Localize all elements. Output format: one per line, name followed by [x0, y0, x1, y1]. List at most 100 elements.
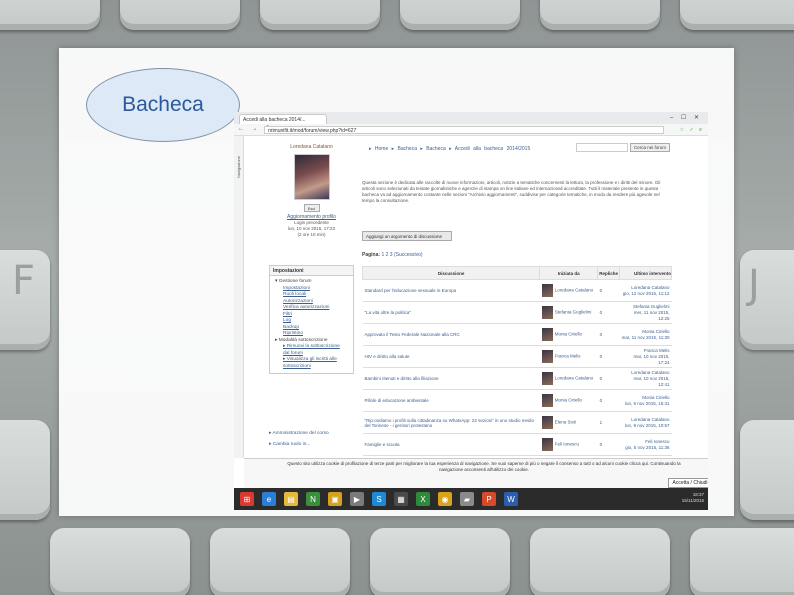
- discussion-title[interactable]: Standard per l'educazione sessuale in Eu…: [362, 279, 540, 302]
- keyboard-key: [0, 420, 50, 520]
- avatar[interactable]: [541, 306, 553, 319]
- author-name[interactable]: Franca Melis: [555, 354, 581, 359]
- column-header[interactable]: Discussione: [361, 266, 541, 280]
- keyboard-key: [50, 528, 190, 595]
- table-row: Standard per l'educazione sessuale in Eu…: [362, 279, 672, 302]
- avatar[interactable]: [541, 438, 553, 451]
- replies-count[interactable]: 0: [597, 433, 620, 456]
- excel-icon[interactable]: X: [416, 492, 430, 506]
- search-input[interactable]: [576, 143, 628, 152]
- author-name[interactable]: Loredana Catalano: [555, 376, 593, 381]
- media-icon[interactable]: ▶: [350, 492, 364, 506]
- calculator-icon[interactable]: ▦: [394, 492, 408, 506]
- avatar[interactable]: [541, 328, 553, 341]
- browser-tab[interactable]: Accedi alla bacheca 2014/...: [239, 114, 327, 124]
- powerpoint-icon[interactable]: P: [482, 492, 496, 506]
- admin-links: ▸ Amministrazione del corso ▸ Cambia ruo…: [269, 428, 329, 450]
- pager-next[interactable]: (Successivo): [394, 252, 423, 258]
- column-header[interactable]: Iniziata da: [539, 266, 599, 280]
- discussion-title[interactable]: "La vita oltre la politica": [362, 301, 540, 324]
- table-row: Approvato il Testo Federale Nazionale al…: [362, 323, 672, 346]
- user-name[interactable]: Loredana Catalano: [269, 144, 354, 150]
- ie-icon[interactable]: e: [262, 492, 276, 506]
- replies-count[interactable]: 0: [597, 301, 620, 324]
- navigation-strip[interactable]: Navigazione: [234, 136, 244, 458]
- column-header[interactable]: Repliche: [597, 266, 621, 280]
- discussion-title[interactable]: HIV e diritto alla salute: [362, 345, 540, 368]
- avatar[interactable]: [541, 350, 553, 363]
- browser-titlebar: Accedi alla bacheca 2014/... – ☐ ✕: [234, 112, 708, 124]
- last-post-date[interactable]: mar, 10 nov 2015, 17:24: [622, 354, 669, 366]
- avatar[interactable]: [541, 284, 553, 297]
- key-letter: F: [12, 258, 36, 304]
- discussion-title[interactable]: Famiglie e scuola: [362, 433, 540, 456]
- table-row: Famiglie e scuola Feli Ionescu 0 Feli Io…: [362, 433, 672, 456]
- discussion-title[interactable]: Bambini ritenuti e diritto alla filiazio…: [362, 367, 540, 390]
- logout-button[interactable]: Esci: [303, 204, 320, 212]
- browser-screenshot: Accedi alla bacheca 2014/... – ☐ ✕ ← → C…: [234, 112, 708, 510]
- replies-count[interactable]: 1: [597, 411, 620, 434]
- avatar[interactable]: [293, 154, 330, 200]
- chrome-icon[interactable]: ◉: [438, 492, 452, 506]
- last-post-date[interactable]: lun, 9 nov 2015, 15:31: [622, 401, 670, 407]
- bacheca-bubble: Bacheca: [86, 68, 240, 142]
- replies-count[interactable]: 0: [597, 345, 620, 368]
- last-post-date[interactable]: gio, 12 nov 2015, 11:12: [622, 291, 670, 297]
- discussion-title[interactable]: "Rip:ondiamo i profili sulla cittadinanz…: [362, 411, 540, 434]
- settings-item[interactable]: ▸ Visualizza gli iscritti alle sottoscri…: [273, 357, 343, 370]
- url-field[interactable]: nrimunifit.it/mod/forum/view.php?id=627: [264, 126, 664, 134]
- replies-count[interactable]: 0: [597, 323, 620, 346]
- last-post-date[interactable]: mer, 11 nov 2015, 12:25: [622, 310, 670, 322]
- switch-role-link[interactable]: ▸ Cambia ruolo in...: [269, 439, 329, 450]
- last-post-date[interactable]: gio, 5 nov 2015, 11:36: [622, 445, 669, 451]
- author-name[interactable]: Monia Ciriello: [555, 332, 582, 337]
- table-row: "Rip:ondiamo i profili sulla cittadinanz…: [362, 411, 672, 434]
- author-name[interactable]: Monia Ciriello: [555, 398, 582, 403]
- last-post-date[interactable]: mar, 10 nov 2015, 12:41: [622, 376, 669, 388]
- forum-intro: Questa sezione è dedicata alle raccolte …: [362, 180, 661, 203]
- pager-pages[interactable]: 1 2 3: [381, 252, 392, 258]
- window-controls[interactable]: – ☐ ✕: [670, 114, 702, 121]
- start-icon[interactable]: ⊞: [240, 492, 254, 506]
- photos-icon[interactable]: ▣: [328, 492, 342, 506]
- key-letter: J: [748, 262, 760, 308]
- keyboard-key: [0, 0, 100, 30]
- replies-count[interactable]: 0: [597, 367, 620, 390]
- navigation-label: Navigazione: [236, 156, 241, 179]
- last-post-date[interactable]: lun, 9 nov 2015, 10:57: [622, 423, 670, 429]
- discussion-title[interactable]: Pillole di educazione ambientale: [362, 389, 540, 412]
- author-name[interactable]: Feli Ionescu: [555, 442, 579, 447]
- author-name[interactable]: Loredana Catalano: [555, 288, 593, 293]
- cookie-text: Questo sito utilizza cookie di profilazi…: [287, 461, 681, 472]
- author-name[interactable]: Elena Sisti: [555, 420, 576, 425]
- skype-icon[interactable]: S: [372, 492, 386, 506]
- pager: Pagina: 1 2 3 (Successivo): [362, 252, 423, 258]
- avatar[interactable]: [541, 394, 553, 407]
- course-admin-link[interactable]: ▸ Amministrazione del corso: [269, 428, 329, 439]
- author-name[interactable]: Stefania Guglielmi: [555, 310, 592, 315]
- keyboard-key: [210, 528, 350, 595]
- table-row: "La vita oltre la politica" Stefania Gug…: [362, 301, 672, 324]
- word-icon[interactable]: W: [504, 492, 518, 506]
- onenote-icon[interactable]: N: [306, 492, 320, 506]
- explorer-icon[interactable]: ▤: [284, 492, 298, 506]
- keyboard-key: [260, 0, 380, 30]
- column-header[interactable]: Ultimo intervento: [619, 266, 672, 280]
- replies-count[interactable]: 0: [597, 279, 620, 302]
- folder-icon[interactable]: ▰: [460, 492, 474, 506]
- extension-icons[interactable]: ☆ ✓ ≡: [680, 127, 704, 133]
- last-post-date[interactable]: mar, 11 nov 2015, 11:30: [622, 335, 670, 341]
- breadcrumb[interactable]: ▸ Home ▸ Bacheca ▸ Bacheca ▸ Accedi alla…: [369, 146, 530, 152]
- cookie-accept-button[interactable]: Accetta / Chiudi: [668, 478, 708, 488]
- avatar[interactable]: [541, 416, 553, 429]
- add-discussion-button[interactable]: Aggiungi un argomento di discussione: [362, 231, 452, 241]
- taskbar-clock[interactable]: 18:37 15/11/2015: [682, 492, 704, 504]
- search-button[interactable]: Cerca nei forum: [630, 143, 670, 152]
- avatar[interactable]: [541, 372, 553, 385]
- replies-count[interactable]: 0: [597, 389, 620, 412]
- keyboard-key: [120, 0, 240, 30]
- settings-item[interactable]: ▸ Rimuovi la sottoscrizione dal forum: [273, 344, 343, 357]
- keyboard-key: [530, 528, 670, 595]
- settings-title[interactable]: Impostazioni: [270, 266, 353, 276]
- discussion-title[interactable]: Approvato il Testo Federale Nazionale al…: [362, 323, 540, 346]
